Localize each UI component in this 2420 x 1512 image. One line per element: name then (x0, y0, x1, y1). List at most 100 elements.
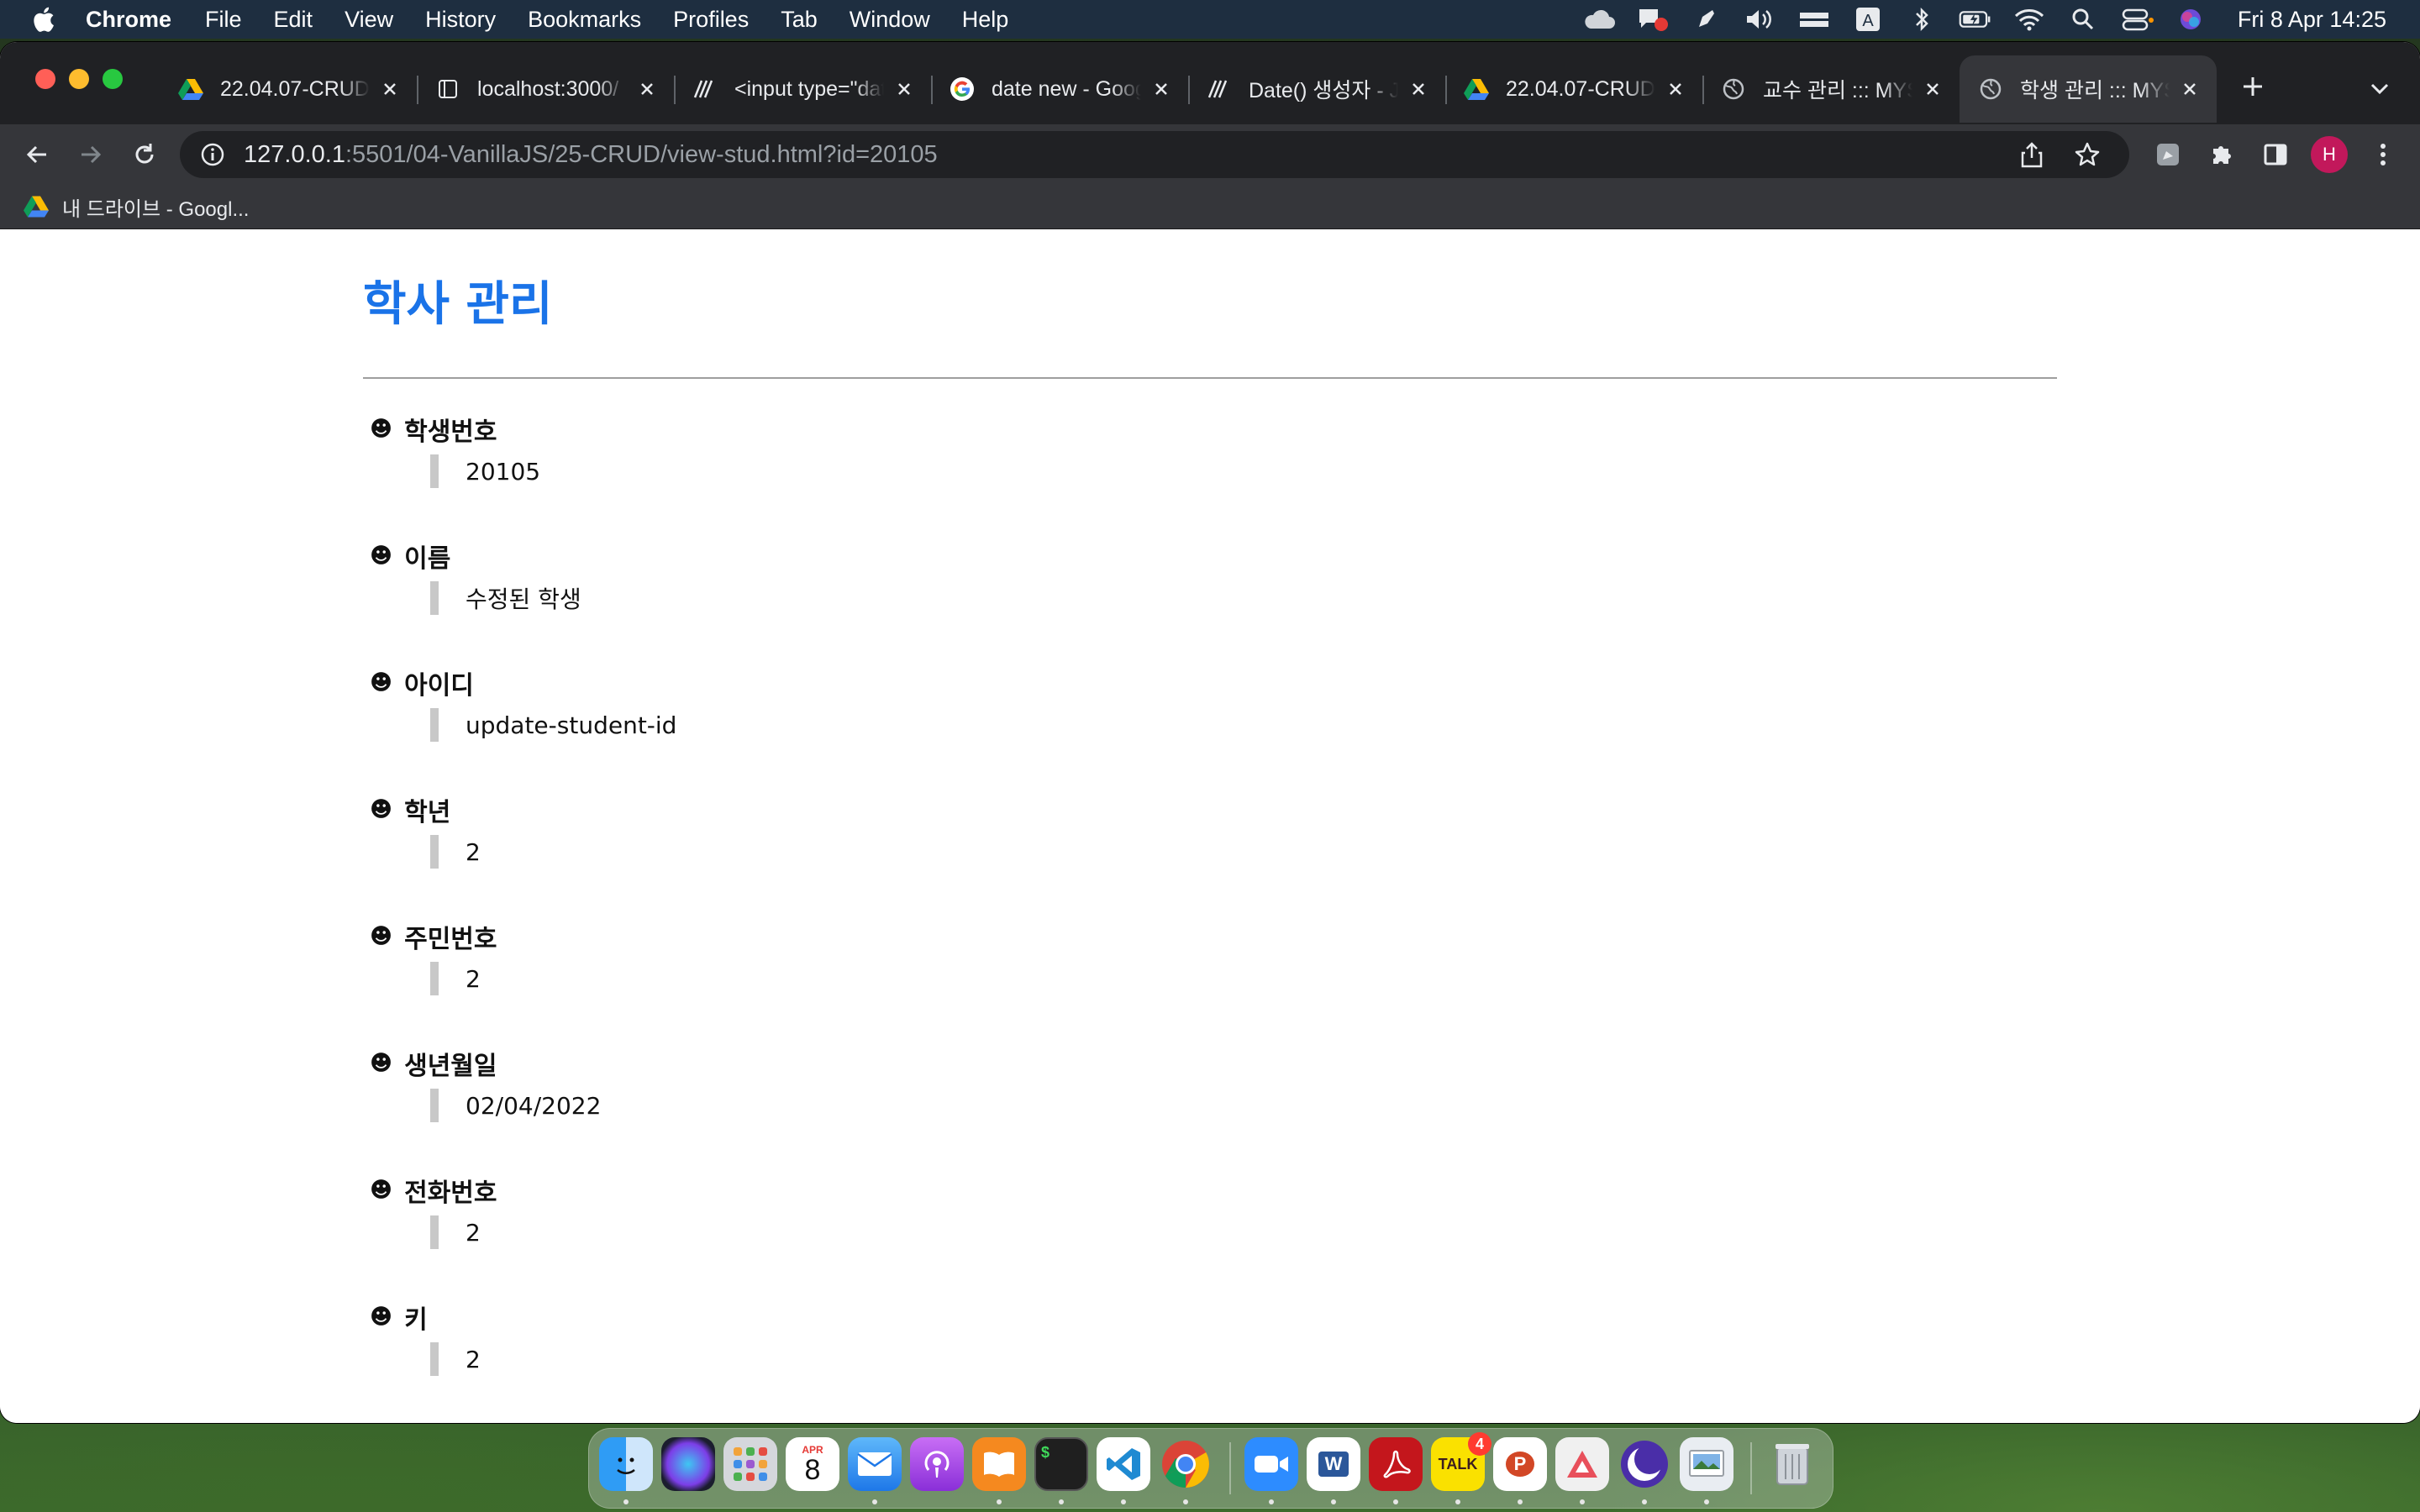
tab-mdn-date-constructor[interactable]: Date() 생성자 - J (1188, 55, 1445, 123)
tab-title: 교수 관리 ::: MYSQL (1763, 79, 1912, 102)
site-info-icon[interactable] (200, 142, 225, 167)
kakaotalk-icon[interactable]: TALK 4 (1431, 1432, 1491, 1491)
books-icon[interactable] (972, 1437, 1026, 1491)
close-icon[interactable] (1921, 77, 1944, 101)
field-label: ☻ 아이디 (370, 663, 474, 703)
close-icon[interactable] (1407, 77, 1430, 101)
share-icon[interactable] (2015, 138, 2049, 171)
menu-bar-clock[interactable]: Fri 8 Apr 14:25 (2238, 7, 2386, 33)
apple-logo-icon[interactable] (30, 5, 55, 34)
chrome-icon[interactable] (1159, 1437, 1213, 1491)
close-icon[interactable] (1150, 77, 1173, 101)
menu-bookmarks[interactable]: Bookmarks (528, 7, 641, 33)
window-zoom-button[interactable] (103, 69, 123, 89)
launchpad-icon[interactable] (723, 1437, 777, 1491)
menu-window[interactable]: Window (850, 7, 930, 33)
close-icon[interactable] (635, 77, 659, 101)
close-icon[interactable] (1664, 77, 1687, 101)
wifi-icon[interactable] (2012, 7, 2046, 32)
trash-icon[interactable] (1765, 1437, 1819, 1491)
tab-mdn-input-date[interactable]: <input type="date"> (674, 55, 931, 123)
field-value: 수정된 학생 (430, 581, 581, 615)
icloud-icon[interactable] (1582, 7, 1616, 32)
new-tab-button[interactable] (2232, 66, 2274, 108)
battery-charging-icon[interactable] (1959, 7, 1992, 32)
volume-icon[interactable] (1744, 7, 1777, 32)
page-content: 학사 관리 ☻ 학생번호 20105 ☻ 이름 수정된 학생 ☻ 아이디 update… (0, 229, 2420, 1423)
menu-file[interactable]: File (205, 7, 242, 33)
input-source-icon[interactable]: A (1851, 7, 1885, 32)
bluetooth-icon[interactable] (1905, 7, 1939, 32)
label-text: 아이디 (404, 671, 474, 701)
close-icon[interactable] (2178, 77, 2202, 101)
terminal-prompt: $ (1041, 1444, 1050, 1461)
tab-google-search[interactable]: date new - Google (931, 55, 1188, 123)
page-title: 학사 관리 (363, 277, 553, 332)
tab-title: 22.04.07-CRUD (220, 76, 370, 101)
siri-icon[interactable] (2174, 7, 2207, 32)
running-indicator (1269, 1499, 1274, 1504)
menu-profiles[interactable]: Profiles (673, 7, 749, 33)
smiley-bullet-icon: ☻ (370, 1178, 393, 1203)
extensions-puzzle-icon[interactable] (2203, 136, 2240, 173)
terminal-icon[interactable]: $ (1034, 1437, 1088, 1491)
notification-badge: 4 (1468, 1432, 1491, 1456)
close-icon[interactable] (892, 77, 916, 101)
calendar-icon[interactable]: APR 8 (786, 1437, 839, 1491)
field-label: ☻ 학년 (370, 790, 450, 830)
control-center-icon[interactable] (2120, 7, 2154, 32)
finder-icon[interactable] (599, 1437, 653, 1491)
running-indicator (1455, 1499, 1460, 1504)
vscode-icon[interactable] (1097, 1437, 1150, 1491)
tab-search-button[interactable] (2363, 72, 2396, 106)
close-icon[interactable] (378, 77, 402, 101)
window-close-button[interactable] (35, 69, 55, 89)
running-indicator (1183, 1499, 1188, 1504)
tab-student-mgmt[interactable]: 학생 관리 ::: MYSQL (1960, 55, 2217, 123)
pen-tool-icon[interactable] (1690, 7, 1723, 32)
bookmark-star-icon[interactable] (2070, 138, 2104, 171)
label-text: 주민번호 (404, 925, 497, 954)
tab-drive-crud-1[interactable]: 22.04.07-CRUD (160, 55, 417, 123)
menu-app-chrome[interactable]: Chrome (86, 7, 171, 33)
reload-button[interactable] (126, 136, 163, 173)
menu-tab[interactable]: Tab (781, 7, 818, 33)
side-panel-icon[interactable] (2257, 136, 2294, 173)
zoom-icon[interactable] (1244, 1437, 1298, 1491)
address-bar[interactable]: 127.0.0.1:5501/04-VanillaJS/25-CRUD/view… (180, 131, 2129, 178)
night-owl-icon[interactable] (1618, 1437, 1671, 1491)
smiley-bullet-icon: ☻ (370, 924, 393, 949)
preview-icon[interactable] (1680, 1437, 1733, 1491)
spotlight-search-icon[interactable] (2066, 7, 2100, 32)
back-button[interactable] (18, 136, 55, 173)
menu-help[interactable]: Help (962, 7, 1009, 33)
mail-icon[interactable] (848, 1437, 902, 1491)
tab-drive-crud-2[interactable]: 22.04.07-CRUD (1445, 55, 1702, 123)
kakaotalk-label: TALK (1438, 1455, 1478, 1473)
menu-history[interactable]: History (425, 7, 496, 33)
siri-icon[interactable] (661, 1437, 715, 1491)
google-drive-icon (24, 196, 49, 218)
profile-avatar[interactable]: H (2311, 136, 2348, 173)
tab-professor-mgmt[interactable]: 교수 관리 ::: MYSQL (1702, 55, 1960, 123)
forward-button[interactable] (72, 136, 109, 173)
pdf-expert-icon[interactable] (1555, 1437, 1609, 1491)
mac-dock: APR 8 $ W TALK 4 P (588, 1428, 1833, 1509)
chat-notification-icon[interactable] (1636, 7, 1670, 32)
bookmark-my-drive[interactable]: 내 드라이브 - Googl... (62, 192, 249, 222)
tab-localhost[interactable]: localhost:3000/ (417, 55, 674, 123)
powerpoint-icon[interactable]: P (1493, 1437, 1547, 1491)
menu-view[interactable]: View (345, 7, 393, 33)
mdn-icon (1207, 76, 1232, 102)
arrow-left-icon (26, 145, 46, 164)
smiley-bullet-icon: ☻ (370, 670, 393, 696)
more-menu-icon[interactable] (2365, 136, 2402, 173)
word-icon[interactable]: W (1307, 1437, 1360, 1491)
menu-edit[interactable]: Edit (274, 7, 313, 33)
acrobat-icon[interactable] (1369, 1437, 1423, 1491)
podcasts-icon[interactable] (910, 1437, 964, 1491)
battery-case-icon[interactable] (1797, 7, 1831, 32)
window-minimize-button[interactable] (69, 69, 89, 89)
url-path: :5501/04-VanillaJS/25-CRUD/view-stud.htm… (345, 140, 938, 168)
extension-icon[interactable] (2149, 136, 2186, 173)
